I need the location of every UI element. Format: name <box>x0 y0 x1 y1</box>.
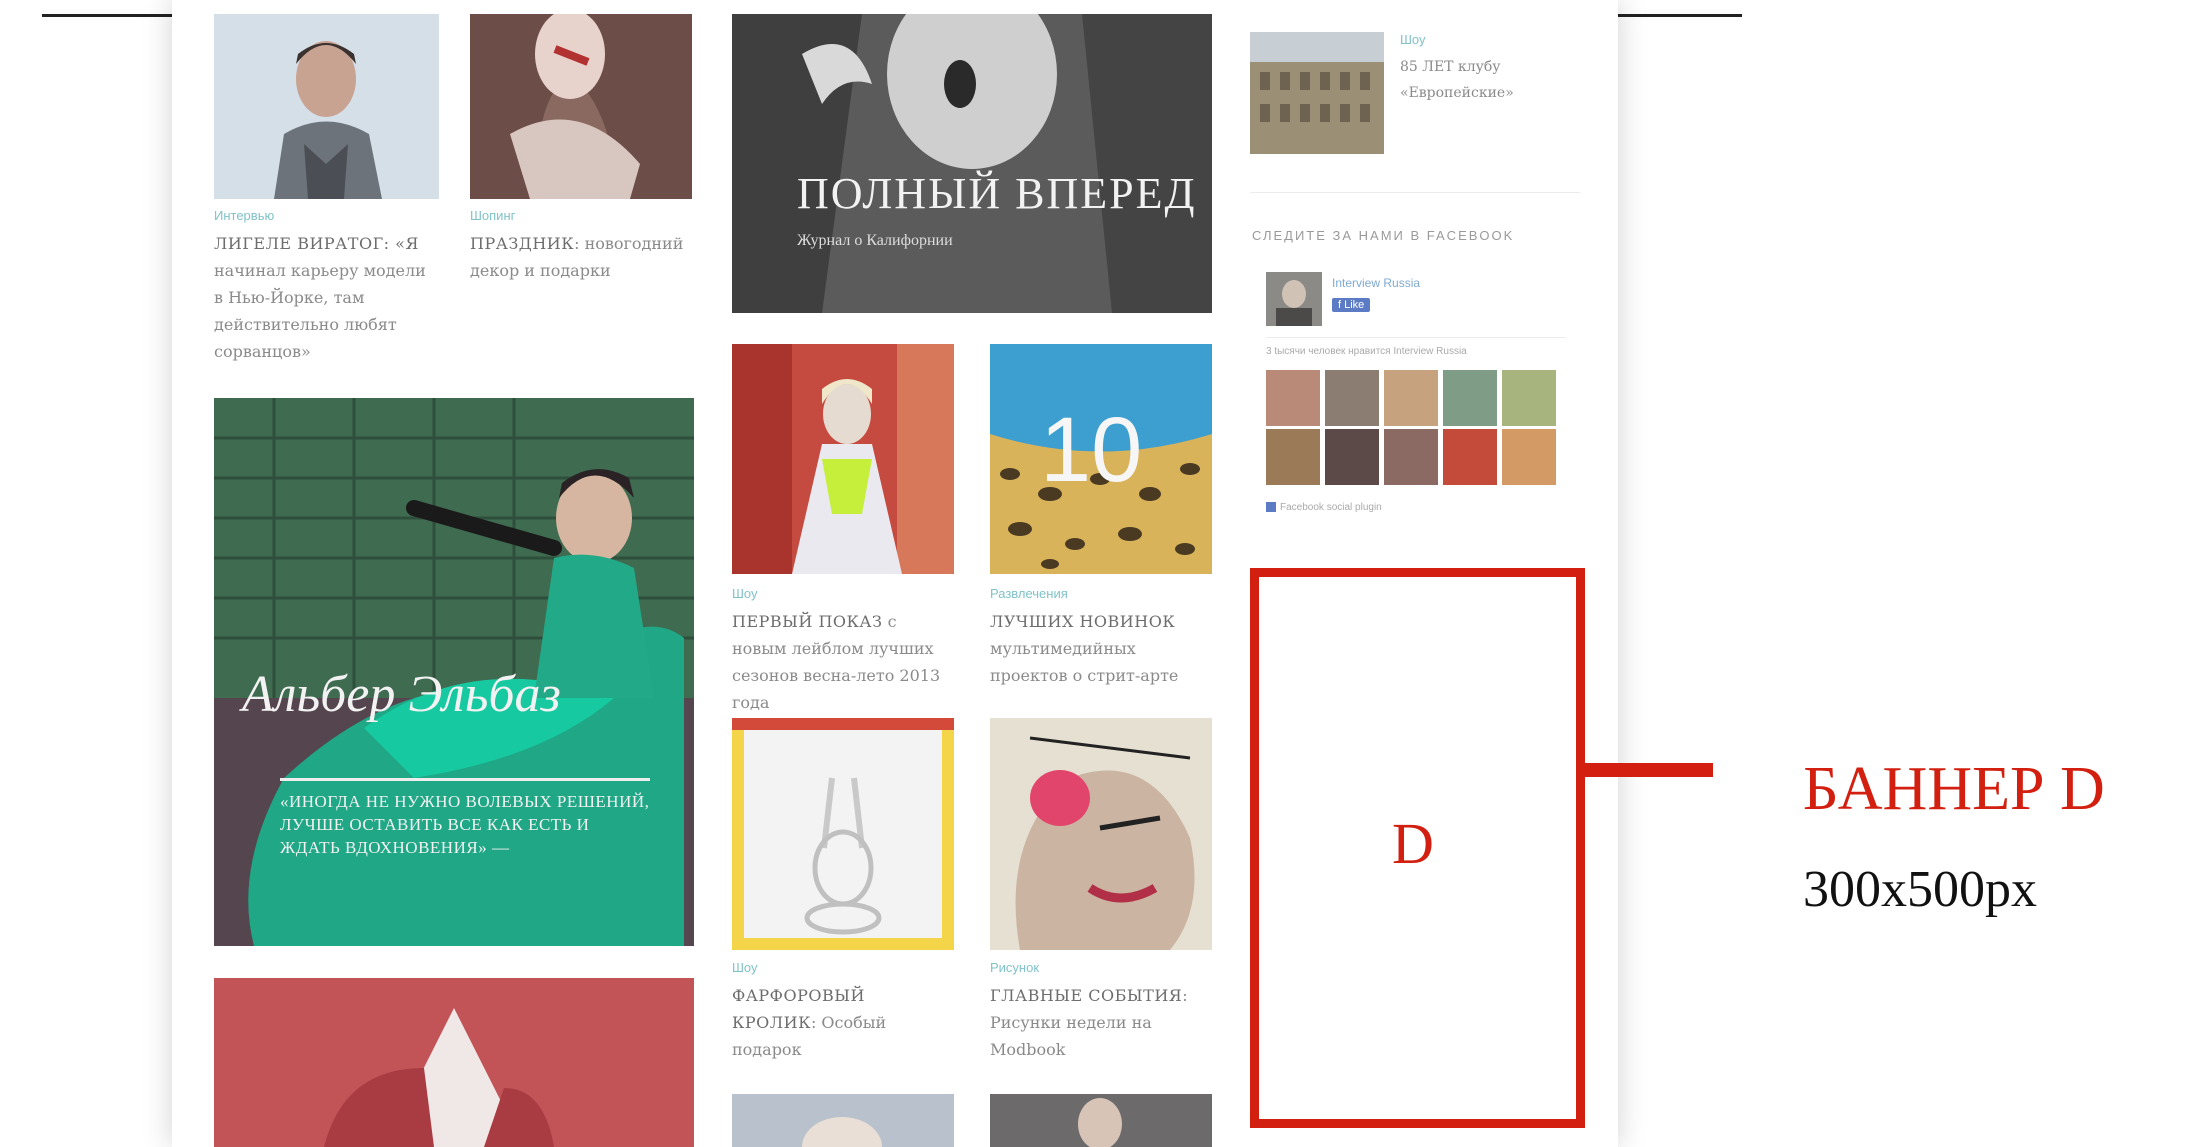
fb-fan-avatar[interactable] <box>1443 429 1497 485</box>
fb-fan-avatar[interactable] <box>1502 370 1556 426</box>
banner-letter: D <box>1392 811 1434 876</box>
fb-page-name[interactable]: Interview Russia <box>1332 276 1420 290</box>
overlay-quote: «ИНОГДА НЕ НУЖНО ВОЛЕВЫХ РЕШЕНИЙ, ЛУЧШЕ … <box>280 792 650 857</box>
article-photo-man[interactable] <box>214 14 439 199</box>
article-photo-woman[interactable] <box>470 14 692 199</box>
fb-social-plugin[interactable]: Facebook social plugin <box>1266 502 1382 513</box>
article-category[interactable]: Развлечения <box>990 586 1068 601</box>
banner-size-label: 300x500px <box>1803 861 2037 918</box>
article-category[interactable]: Шоу <box>732 960 758 975</box>
fb-fan-avatar[interactable] <box>1443 370 1497 426</box>
fb-page-avatar[interactable] <box>1266 272 1322 326</box>
article-title[interactable]: ЛУЧШИХ НОВИНОК мультимедийных проектов о… <box>990 608 1212 689</box>
banner-label: БАННЕР D <box>1803 755 2105 823</box>
facebook-icon <box>1266 502 1276 513</box>
banner-connector-line <box>1585 763 1713 777</box>
article-photo-comic[interactable] <box>990 718 1212 950</box>
overlay-number: 10 <box>1040 399 1143 501</box>
article-category[interactable]: Шопинг <box>470 208 515 223</box>
fb-like-button[interactable]: f Like <box>1332 298 1371 312</box>
overlay-title: Альбер Эльбаз <box>242 666 561 723</box>
article-category[interactable]: Интервью <box>214 208 274 223</box>
article-photo-bottom-right[interactable] <box>990 1094 1212 1147</box>
article-title[interactable]: ГЛАВНЫЕ СОБЫТИЯ: Рисунки недели на Modbo… <box>990 982 1212 1063</box>
article-photo-bunny[interactable] <box>732 718 954 950</box>
fb-fan-avatar[interactable] <box>1266 370 1320 426</box>
sidebar-photo-building[interactable] <box>1250 32 1384 154</box>
article-photo-red[interactable] <box>214 978 694 1147</box>
article-title[interactable]: ФАРФОРОВЫЙ КРОЛИК: Особый подарок <box>732 982 954 1063</box>
sidebar-category[interactable]: Шоу <box>1400 32 1426 47</box>
fb-fan-avatar[interactable] <box>1384 370 1438 426</box>
article-category[interactable]: Рисунок <box>990 960 1039 975</box>
overlay-title: ПОЛНЫЙ ВПЕРЕД <box>797 169 1197 218</box>
fb-fan-avatar[interactable] <box>1266 429 1320 485</box>
sidebar-divider <box>1250 192 1580 193</box>
fb-fan-avatar[interactable] <box>1384 429 1438 485</box>
fb-fan-avatar[interactable] <box>1502 429 1556 485</box>
article-title[interactable]: ПЕРВЫЙ ПОКАЗ с новым лейблом лучших сезо… <box>732 608 954 716</box>
facebook-widget-title: СЛЕДИТЕ ЗА НАМИ В FACEBOOK <box>1252 228 1515 243</box>
article-photo-fashion[interactable] <box>732 344 954 574</box>
fb-fans-count: 3 tысячи человек нравится Interview Russ… <box>1266 346 1467 357</box>
fb-divider <box>1266 337 1566 338</box>
article-category[interactable]: Шоу <box>732 586 758 601</box>
article-title[interactable]: ПРАЗДНИК: новогодний декор и подарки <box>470 230 685 284</box>
article-photo-bottom-left[interactable] <box>732 1094 954 1147</box>
fb-fan-avatar[interactable] <box>1325 370 1379 426</box>
fb-fan-avatar[interactable] <box>1325 429 1379 485</box>
article-title[interactable]: ЛИГЕЛЕ ВИРАТОГ: «Я начинал карьеру модел… <box>214 230 429 365</box>
overlay-rule <box>280 778 650 781</box>
overlay-subtitle: Журнал о Калифорнии <box>797 232 953 249</box>
sidebar-title[interactable]: 85 ЛЕТ клубу «Европейские» <box>1400 54 1530 106</box>
article-photo-feature[interactable] <box>732 14 1212 313</box>
